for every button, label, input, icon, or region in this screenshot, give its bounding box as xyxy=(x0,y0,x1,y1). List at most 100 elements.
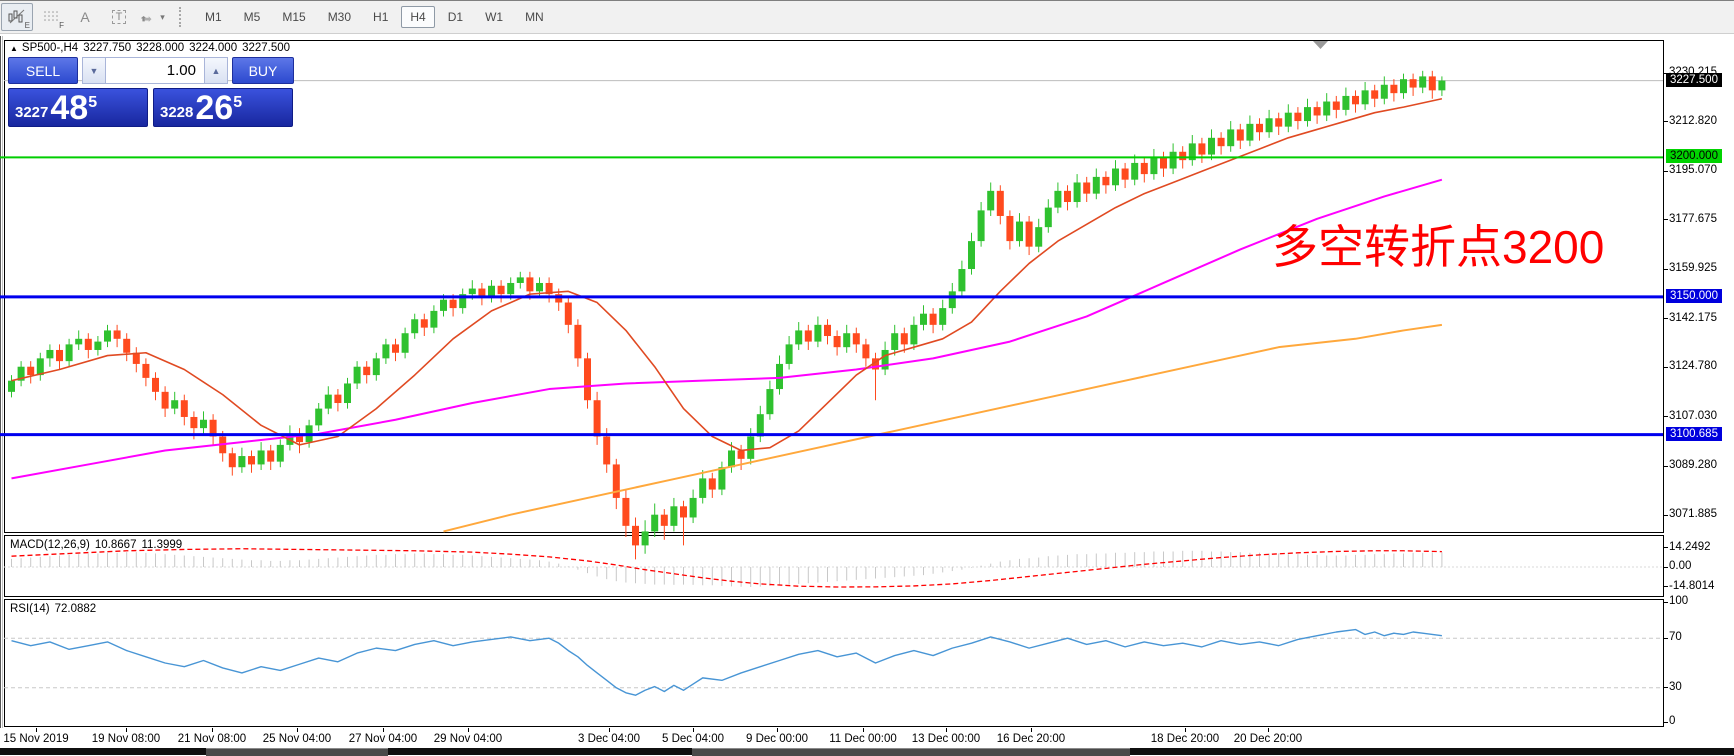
time-axis-label: 21 Nov 08:00 xyxy=(167,733,257,745)
time-axis-label: 27 Nov 04:00 xyxy=(338,733,428,745)
macd-tick-mark xyxy=(1664,547,1668,548)
ohlc-open: 3227.750 xyxy=(83,42,131,54)
volume-increase-button[interactable]: ▲ xyxy=(204,57,228,84)
time-tick-mark xyxy=(1031,728,1032,732)
ask-pips: 26 xyxy=(195,93,233,124)
macd-name: MACD(12,26,9) xyxy=(10,539,90,551)
ohlc-close: 3227.500 xyxy=(242,42,290,54)
chart-annotation-text: 多空转折点3200 xyxy=(1272,211,1604,277)
text-box-button[interactable]: T xyxy=(103,3,135,31)
price-tick-label: 3071.885 xyxy=(1669,508,1717,520)
price-tick-mark xyxy=(1664,219,1668,220)
level-price-label: 3100.685 xyxy=(1666,427,1722,441)
time-axis-label: 25 Nov 04:00 xyxy=(252,733,342,745)
cycle-arrows-icon xyxy=(141,10,157,24)
rsi-tick-mark xyxy=(1664,638,1668,639)
price-tick-label: 3159.925 xyxy=(1669,262,1717,274)
macd-label: MACD(12,26,9)10.866711.3999 xyxy=(10,539,187,551)
timeframe-button-M30[interactable]: M30 xyxy=(319,6,360,28)
timeframe-button-M1[interactable]: M1 xyxy=(196,6,231,28)
price-tick-mark xyxy=(1664,515,1668,516)
sell-button[interactable]: SELL xyxy=(8,57,78,84)
bid-point: 5 xyxy=(88,94,97,112)
dropdown-caret-icon: ▾ xyxy=(160,12,165,23)
ask-point: 5 xyxy=(233,94,242,112)
bid-prefix: 3227 xyxy=(15,104,48,121)
price-tick-mark xyxy=(1664,367,1668,368)
time-tick-mark xyxy=(297,728,298,732)
time-axis-label: 20 Dec 20:00 xyxy=(1223,733,1313,745)
chart-editor-button[interactable]: E xyxy=(1,3,33,31)
rsi-tick-mark xyxy=(1664,602,1668,603)
boxed-t-icon: T xyxy=(112,10,127,24)
letter-a-icon: A xyxy=(80,9,89,25)
bid-quote[interactable]: 3227 48 5 xyxy=(8,88,148,127)
level-price-label: 3150.000 xyxy=(1666,289,1722,303)
timeframe-button-D1[interactable]: D1 xyxy=(439,6,472,28)
rsi-pane[interactable] xyxy=(4,599,1664,727)
text-label-button[interactable]: A xyxy=(69,3,101,31)
timeframe-button-MN[interactable]: MN xyxy=(516,6,553,28)
price-tick-label: 3089.280 xyxy=(1669,459,1717,471)
buy-button[interactable]: BUY xyxy=(232,57,294,84)
time-axis-label: 29 Nov 04:00 xyxy=(423,733,513,745)
time-axis-label: 11 Dec 00:00 xyxy=(818,733,908,745)
rsi-tick-label: 0 xyxy=(1669,715,1675,727)
macd-signal-value: 11.3999 xyxy=(141,539,182,551)
price-tick-label: 3177.675 xyxy=(1669,213,1717,225)
price-tick-label: 3124.780 xyxy=(1669,360,1717,372)
macd-tick-label: -14.8014 xyxy=(1669,580,1714,592)
price-tick-label: 3107.030 xyxy=(1669,410,1717,422)
ask-prefix: 3228 xyxy=(160,104,193,121)
time-tick-mark xyxy=(1268,728,1269,732)
time-tick-mark xyxy=(777,728,778,732)
indicators-button[interactable]: ▾ xyxy=(137,3,169,31)
grid-button[interactable]: F xyxy=(35,3,67,31)
macd-pane[interactable] xyxy=(4,535,1664,597)
rsi-label: RSI(14)72.0882 xyxy=(10,603,101,615)
ask-quote[interactable]: 3228 26 5 xyxy=(153,88,293,127)
time-axis-label: 5 Dec 04:00 xyxy=(648,733,738,745)
price-tick-mark xyxy=(1664,318,1668,319)
time-tick-mark xyxy=(693,728,694,732)
time-axis-label: 9 Dec 00:00 xyxy=(732,733,822,745)
price-tick-label: 3212.820 xyxy=(1669,115,1717,127)
window-left-border-inner xyxy=(2,36,3,748)
price-tick-label: 3195.070 xyxy=(1669,164,1717,176)
timeframe-group: M1M5M15M30H1H4D1W1MN xyxy=(194,6,555,28)
volume-input[interactable] xyxy=(106,57,204,84)
time-axis-label: 16 Dec 20:00 xyxy=(986,733,1076,745)
volume-decrease-button[interactable]: ▼ xyxy=(82,57,106,84)
bottom-window-edge xyxy=(0,748,1734,755)
one-click-trade-panel: SELL ▼ ▲ BUY 3227 48 5 3228 26 5 xyxy=(8,57,294,127)
rsi-value: 72.0882 xyxy=(55,603,97,615)
time-tick-mark xyxy=(212,728,213,732)
time-tick-mark xyxy=(383,728,384,732)
grid-icon xyxy=(43,10,59,24)
time-tick-mark xyxy=(126,728,127,732)
current-price-label: 3227.500 xyxy=(1666,73,1722,87)
timeframe-button-H1[interactable]: H1 xyxy=(364,6,397,28)
time-axis-label: 15 Nov 2019 xyxy=(0,733,81,745)
level-price-label: 3200.000 xyxy=(1666,149,1722,163)
trade-panel-controls: SELL ▼ ▲ BUY xyxy=(8,57,294,84)
time-tick-mark xyxy=(1185,728,1186,732)
time-axis-label: 18 Dec 20:00 xyxy=(1140,733,1230,745)
rsi-tick-label: 70 xyxy=(1669,631,1682,643)
timeframe-button-M15[interactable]: M15 xyxy=(273,6,314,28)
price-tick-mark xyxy=(1664,269,1668,270)
rsi-tick-label: 100 xyxy=(1669,595,1688,607)
price-tick-mark xyxy=(1664,121,1668,122)
ohlc-high: 3228.000 xyxy=(136,42,184,54)
time-tick-mark xyxy=(36,728,37,732)
bid-pips: 48 xyxy=(50,93,88,124)
timeframe-button-M5[interactable]: M5 xyxy=(235,6,270,28)
toolbar-grip[interactable] xyxy=(179,7,185,27)
chart-title: ▲SP500-,H43227.7503228.0003224.0003227.5… xyxy=(10,42,295,54)
time-tick-mark xyxy=(863,728,864,732)
timeframe-button-W1[interactable]: W1 xyxy=(476,6,512,28)
timeframe-button-H4[interactable]: H4 xyxy=(401,6,434,28)
toolbar: E F A T ▾ M1M5M15M30H1H4D1W1MN xyxy=(0,0,1734,34)
time-axis-label: 13 Dec 00:00 xyxy=(901,733,991,745)
price-tick-mark xyxy=(1664,466,1668,467)
